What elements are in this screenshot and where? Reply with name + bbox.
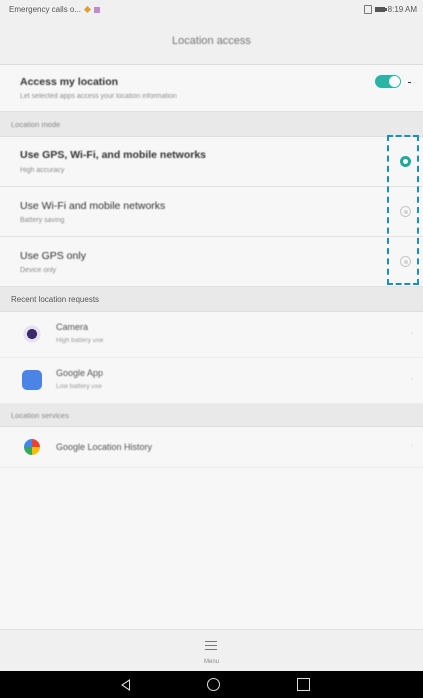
location-mode-option[interactable]: Use GPS only Device only [0, 237, 423, 287]
title-bar: Location access [0, 18, 423, 65]
app-detail: Low battery use [56, 383, 102, 390]
location-mode-option[interactable]: Use Wi-Fi and mobile networks Battery sa… [0, 187, 423, 237]
toggle-knob [389, 76, 400, 87]
option-title: Use Wi-Fi and mobile networks [20, 200, 166, 212]
recent-apps-icon[interactable] [297, 678, 310, 691]
option-subtitle: Battery saving [20, 217, 65, 224]
system-nav-bar [0, 671, 423, 698]
location-mode-option[interactable]: Use GPS, Wi-Fi, and mobile networks High… [0, 137, 423, 187]
section-location-services: Location services [0, 404, 423, 427]
google-app-icon [22, 370, 42, 390]
option-title: Use GPS, Wi-Fi, and mobile networks [20, 149, 207, 161]
section-label: Recent location requests [11, 295, 100, 304]
callout-highlight-box [387, 135, 419, 285]
menu-label: Menu [203, 659, 219, 665]
camera-icon [22, 324, 42, 344]
back-icon[interactable] [121, 679, 130, 691]
location-service-row[interactable]: Google Location History › [0, 427, 423, 468]
home-icon[interactable] [207, 678, 220, 691]
chevron-right-icon: › [410, 441, 413, 450]
menu-icon[interactable] [205, 641, 217, 650]
access-title: Access my location [20, 76, 119, 88]
battery-icon [374, 7, 387, 12]
section-label: Location mode [11, 120, 61, 129]
chevron-right-icon: › [410, 374, 413, 383]
sim-icon [363, 5, 372, 14]
option-subtitle: High accuracy [20, 167, 65, 174]
page-title: Location access [172, 35, 251, 47]
notification-icon [94, 6, 101, 13]
option-title: Use GPS only [20, 250, 86, 262]
section-location-mode: Location mode [0, 112, 423, 137]
app-detail: High battery use [56, 337, 104, 344]
recent-app-row[interactable]: Google App Low battery use › [0, 358, 423, 404]
menu-bar[interactable]: Menu [0, 629, 423, 672]
access-subtitle: Let selected apps access your location i… [20, 93, 177, 100]
option-subtitle: Device only [20, 267, 57, 274]
section-recent-requests: Recent location requests [0, 287, 423, 312]
clock: 8:19 AM [387, 5, 417, 14]
chevron-right-icon: › [410, 328, 413, 337]
location-toggle[interactable] [375, 75, 401, 88]
carrier-text: Emergency calls o... [9, 5, 82, 14]
access-my-location-row[interactable]: Access my location Let selected apps acc… [0, 65, 423, 112]
section-label: Location services [11, 411, 69, 420]
service-name: Google Location History [56, 442, 153, 452]
status-bar: Emergency calls o... 8:19 AM [0, 0, 423, 18]
app-name: Camera [56, 322, 89, 332]
location-history-icon [24, 439, 40, 455]
callout-marker [408, 82, 411, 83]
app-name: Google App [56, 368, 104, 378]
recent-app-row[interactable]: Camera High battery use › [0, 312, 423, 358]
edit-icon [83, 5, 92, 14]
